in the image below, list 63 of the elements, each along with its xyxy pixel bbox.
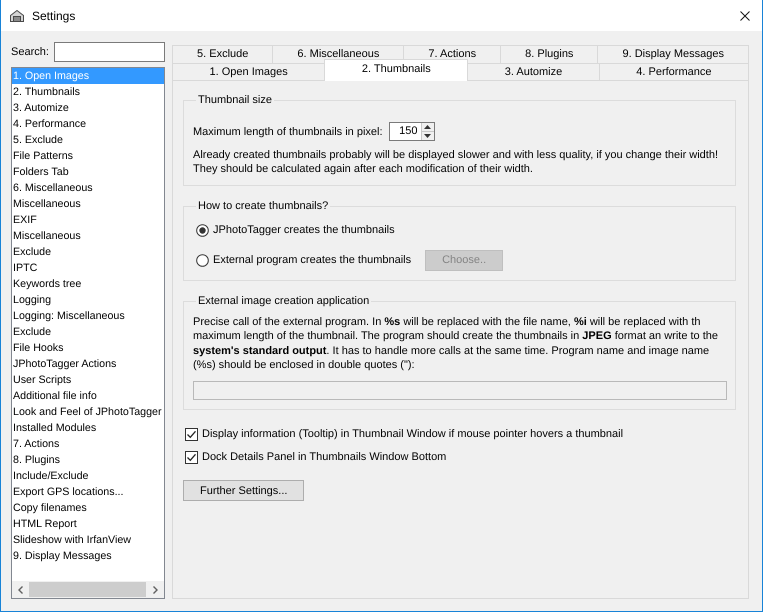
number-spinner[interactable]: 150 <box>388 122 435 141</box>
radio-label: JPhotoTagger creates the thumbnails <box>213 224 395 236</box>
sidebar-item[interactable]: Logging <box>12 292 164 308</box>
sidebar-item[interactable]: 2. Thumbnails <box>12 84 164 100</box>
sidebar-item[interactable]: Exclude <box>12 324 164 340</box>
house-icon <box>9 8 25 22</box>
sidebar-item[interactable]: Installed Modules <box>12 420 164 436</box>
sidebar-item[interactable]: 7. Actions <box>12 436 164 452</box>
group-title: External image creation application <box>197 294 370 308</box>
sidebar-item[interactable]: Keywords tree <box>12 276 164 292</box>
checkbox[interactable] <box>185 450 198 464</box>
sidebar-item[interactable]: User Scripts <box>12 372 164 388</box>
search-field[interactable] <box>54 42 165 62</box>
further-settings-button[interactable]: Further Settings... <box>183 480 304 502</box>
radio-button[interactable] <box>196 254 209 266</box>
search-label: Search: <box>11 46 49 58</box>
spin-down-button[interactable] <box>420 131 434 140</box>
sidebar-item[interactable]: File Hooks <box>12 340 164 356</box>
spin-up-button[interactable] <box>420 123 434 131</box>
sidebar-item[interactable]: Miscellaneous <box>12 196 164 212</box>
field-label: Maximum length of thumbnails in pixel: <box>193 126 383 138</box>
sidebar-item[interactable]: Miscellaneous <box>12 228 164 244</box>
note-text: Already created thumbnails probably will be displayed slower and with less quality, if you change their width! They should be calculated again after each modification of their width. <box>193 148 720 176</box>
chevron-left-icon <box>18 586 23 594</box>
sidebar-item[interactable]: Slideshow with IrfanView <box>12 532 164 548</box>
tab[interactable]: 9. Display Messages <box>597 45 749 63</box>
caret-down-icon <box>424 134 432 138</box>
sidebar-item[interactable]: IPTC <box>12 260 164 276</box>
sidebar-item[interactable]: 3. Automize <box>12 100 164 116</box>
sidebar-item[interactable]: File Patterns <box>12 148 164 164</box>
sidebar-item[interactable]: Copy filenames <box>12 500 164 516</box>
sidebar-item[interactable]: Include/Exclude <box>12 468 164 484</box>
checkbox-label: Dock Details Panel in Thumbnails Window Bottom <box>202 451 446 464</box>
group-title: Thumbnail size <box>197 93 273 107</box>
tab[interactable]: 2. Thumbnails <box>324 59 468 81</box>
sidebar-item[interactable]: 6. Miscellaneous <box>12 180 164 196</box>
sidebar-item[interactable]: Exclude <box>12 244 164 260</box>
chevron-right-icon <box>153 586 158 594</box>
sidebar-item[interactable]: Export GPS locations... <box>12 484 164 500</box>
close-icon <box>740 10 750 20</box>
scrollbar-thumb[interactable] <box>29 582 146 597</box>
sidebar-item[interactable]: 9. Display Messages <box>12 548 164 564</box>
radio-button[interactable] <box>196 224 209 236</box>
tab[interactable]: 5. Exclude <box>172 45 274 63</box>
sidebar-item[interactable]: Logging: Miscellaneous <box>12 308 164 324</box>
tab[interactable]: 4. Performance <box>598 63 749 80</box>
sidebar-item[interactable]: JPhotoTagger Actions <box>12 356 164 372</box>
sidebar-item[interactable]: EXIF <box>12 212 164 228</box>
description-text: Precise call of the external program. In %s will be replaced with the file name, %i will be replaced with th maximum length of the thumbnail. The program should create the thumbnails in JPEG format an write to the system's standard output. It has to handle more calls at the same time. Program name and image name (%s) should be enclosed in double quotes ("): <box>193 315 720 372</box>
sidebar-item[interactable]: 8. Plugins <box>12 452 164 468</box>
sidebar-item[interactable]: Look and Feel of JPhotoTagger <box>12 404 164 420</box>
sidebar-item[interactable]: 5. Exclude <box>12 132 164 148</box>
tab[interactable]: 1. Open Images <box>172 63 326 80</box>
window-title: Settings <box>32 8 76 22</box>
sidebar-item[interactable]: 4. Performance <box>12 116 164 132</box>
group-title: How to create thumbnails? <box>197 199 330 213</box>
sidebar-item[interactable]: HTML Report <box>12 516 164 532</box>
checkbox[interactable] <box>185 428 198 441</box>
sidebar-item[interactable]: Folders Tab <box>12 164 164 180</box>
checkbox-label: Display information (Tooltip) in Thumbnail Window if mouse pointer hovers a thumbnail <box>202 428 624 440</box>
caret-up-icon <box>424 125 432 129</box>
radio-label: External program creates the thumbnails <box>213 254 412 266</box>
sidebar-item[interactable]: Additional file info <box>12 388 164 404</box>
